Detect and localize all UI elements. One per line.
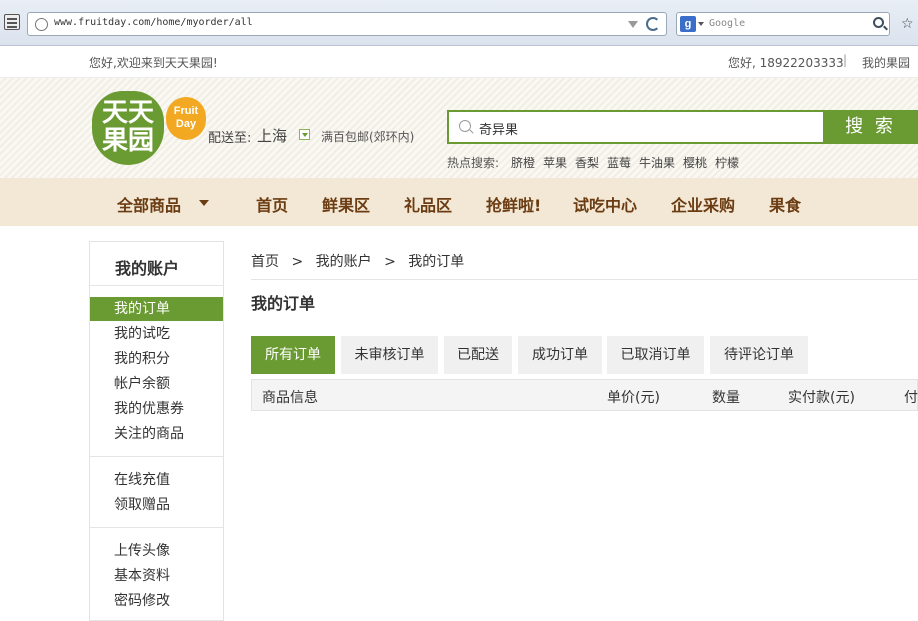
city-dropdown-icon[interactable] bbox=[299, 129, 310, 140]
nav-home[interactable]: 首页 bbox=[256, 192, 288, 216]
logo-badge-line-1: Fruit bbox=[173, 105, 199, 117]
hot-search-item[interactable]: 苹果 bbox=[543, 154, 567, 171]
my-fruitday-link[interactable]: 我的果园 bbox=[862, 54, 910, 71]
topbar-divider: | bbox=[843, 53, 848, 67]
sidebar-item-my-points[interactable]: 我的积分 bbox=[90, 347, 223, 371]
sidebar-item-password[interactable]: 密码修改 bbox=[90, 589, 223, 613]
breadcrumb-orders: 我的订单 bbox=[408, 254, 465, 270]
sidebar-title: 我的账户 bbox=[115, 259, 180, 278]
browser-search-bar[interactable]: g Google bbox=[676, 12, 890, 36]
url-dropdown-icon[interactable] bbox=[628, 21, 638, 28]
breadcrumb-separator: > bbox=[291, 254, 304, 270]
site-search-icon bbox=[459, 120, 471, 132]
welcome-text: 您好,欢迎来到天天果园! bbox=[89, 56, 218, 70]
nav-gifts[interactable]: 礼品区 bbox=[404, 192, 452, 216]
hot-search-item[interactable]: 柠檬 bbox=[715, 154, 739, 171]
sidebar-item-recharge[interactable]: 在线充值 bbox=[90, 468, 223, 492]
column-unit-price: 单价(元) bbox=[607, 390, 660, 406]
page-title: 我的订单 bbox=[251, 294, 316, 313]
nav-enterprise[interactable]: 企业采购 bbox=[671, 192, 735, 216]
tab-cancelled-orders[interactable]: 已取消订单 bbox=[607, 336, 704, 374]
logo-line-2: 果园 bbox=[101, 126, 154, 156]
site-search-button[interactable]: 搜 索 bbox=[823, 110, 918, 144]
globe-icon bbox=[35, 18, 48, 31]
user-greeting[interactable]: 您好, 18922203333 bbox=[728, 54, 844, 71]
hot-search-label: 热点搜索: bbox=[447, 156, 500, 170]
delivery-label: 配送至: bbox=[208, 131, 252, 146]
breadcrumb-divider bbox=[251, 279, 918, 280]
column-quantity: 数量 bbox=[712, 390, 740, 406]
logo-badge-line-2: Day bbox=[175, 118, 197, 130]
nav-fruit-food[interactable]: 果食 bbox=[769, 192, 801, 216]
google-icon[interactable]: g bbox=[680, 16, 696, 32]
sidebar-divider bbox=[90, 456, 223, 457]
orders-table-header: 商品信息 单价(元) 数量 实付款(元) 付 bbox=[251, 379, 918, 411]
city-selector[interactable]: 上海 bbox=[257, 125, 287, 146]
browser-menu-icon[interactable] bbox=[4, 14, 20, 30]
url-text[interactable]: www.fruitday.com/home/myorder/all bbox=[54, 17, 253, 28]
site-search-input[interactable]: 奇异果 bbox=[479, 119, 518, 138]
tab-pending-review[interactable]: 待评论订单 bbox=[710, 336, 808, 374]
browser-toolbar: www.fruitday.com/home/myorder/all g Goog… bbox=[0, 0, 918, 46]
account-sidebar: 我的账户 我的订单 我的试吃 我的积分 帐户余额 我的优惠券 关注的商品 在线充… bbox=[89, 241, 224, 621]
breadcrumb-home[interactable]: 首页 bbox=[251, 254, 279, 270]
bookmark-star-icon[interactable]: ☆ bbox=[901, 16, 914, 32]
main-nav: 全部商品 首页 鲜果区 礼品区 抢鲜啦! 试吃中心 企业采购 果食 bbox=[0, 178, 918, 226]
sidebar-item-avatar[interactable]: 上传头像 bbox=[90, 539, 223, 563]
reload-icon[interactable] bbox=[646, 17, 660, 31]
nav-flash-sale[interactable]: 抢鲜啦! bbox=[486, 192, 541, 216]
tab-all-orders[interactable]: 所有订单 bbox=[251, 336, 335, 374]
sidebar-item-followed[interactable]: 关注的商品 bbox=[90, 422, 223, 446]
sidebar-item-profile[interactable]: 基本资料 bbox=[90, 564, 223, 588]
tab-successful-orders[interactable]: 成功订单 bbox=[518, 336, 602, 374]
sidebar-item-balance[interactable]: 帐户余额 bbox=[90, 372, 223, 396]
tab-shipped[interactable]: 已配送 bbox=[444, 336, 512, 374]
hot-search-item[interactable]: 蓝莓 bbox=[607, 154, 631, 171]
chevron-down-icon[interactable] bbox=[199, 200, 209, 206]
nav-trial[interactable]: 试吃中心 bbox=[573, 192, 637, 216]
hot-search-item[interactable]: 脐橙 bbox=[511, 154, 535, 171]
hot-search-item[interactable]: 樱桃 bbox=[683, 154, 707, 171]
breadcrumb-separator: > bbox=[384, 254, 396, 270]
sidebar-item-my-orders[interactable]: 我的订单 bbox=[90, 297, 223, 321]
sidebar-item-coupons[interactable]: 我的优惠券 bbox=[90, 397, 223, 421]
breadcrumb-account[interactable]: 我的账户 bbox=[316, 254, 372, 270]
shipping-info: 满百包邮(郊环内) bbox=[321, 130, 415, 144]
site-topbar: 您好,欢迎来到天天果园! 您好, 18922203333 | 我的果园 bbox=[0, 46, 918, 78]
sidebar-divider bbox=[90, 285, 223, 286]
address-bar[interactable]: www.fruitday.com/home/myorder/all bbox=[27, 12, 667, 36]
sidebar-divider bbox=[90, 527, 223, 528]
column-product-info: 商品信息 bbox=[262, 390, 318, 406]
column-paid-amount: 实付款(元) bbox=[788, 390, 855, 406]
nav-fresh[interactable]: 鲜果区 bbox=[322, 192, 370, 216]
search-engine-placeholder[interactable]: Google bbox=[709, 18, 745, 29]
nav-all-products[interactable]: 全部商品 bbox=[117, 192, 181, 216]
site-header: 天天 果园 Fruit Day 配送至: 上海 满百包邮(郊环内) 奇异果 搜 … bbox=[0, 78, 918, 178]
sidebar-item-my-trials[interactable]: 我的试吃 bbox=[90, 322, 223, 346]
site-logo[interactable]: 天天 果园 bbox=[92, 91, 164, 165]
sidebar-item-gifts[interactable]: 领取赠品 bbox=[90, 493, 223, 517]
breadcrumb: 首页 > 我的账户 > 我的订单 bbox=[251, 251, 472, 271]
logo-line-1: 天天 bbox=[101, 98, 154, 128]
logo-badge: Fruit Day bbox=[166, 97, 206, 140]
site-search-box[interactable]: 奇异果 bbox=[447, 110, 825, 144]
tab-unreviewed-orders[interactable]: 未审核订单 bbox=[341, 336, 438, 374]
column-payment: 付 bbox=[904, 390, 918, 406]
search-engine-caret-icon[interactable] bbox=[698, 22, 704, 26]
search-icon[interactable] bbox=[873, 17, 884, 28]
hot-search-item[interactable]: 牛油果 bbox=[639, 154, 675, 171]
hot-search-item[interactable]: 香梨 bbox=[575, 154, 599, 171]
